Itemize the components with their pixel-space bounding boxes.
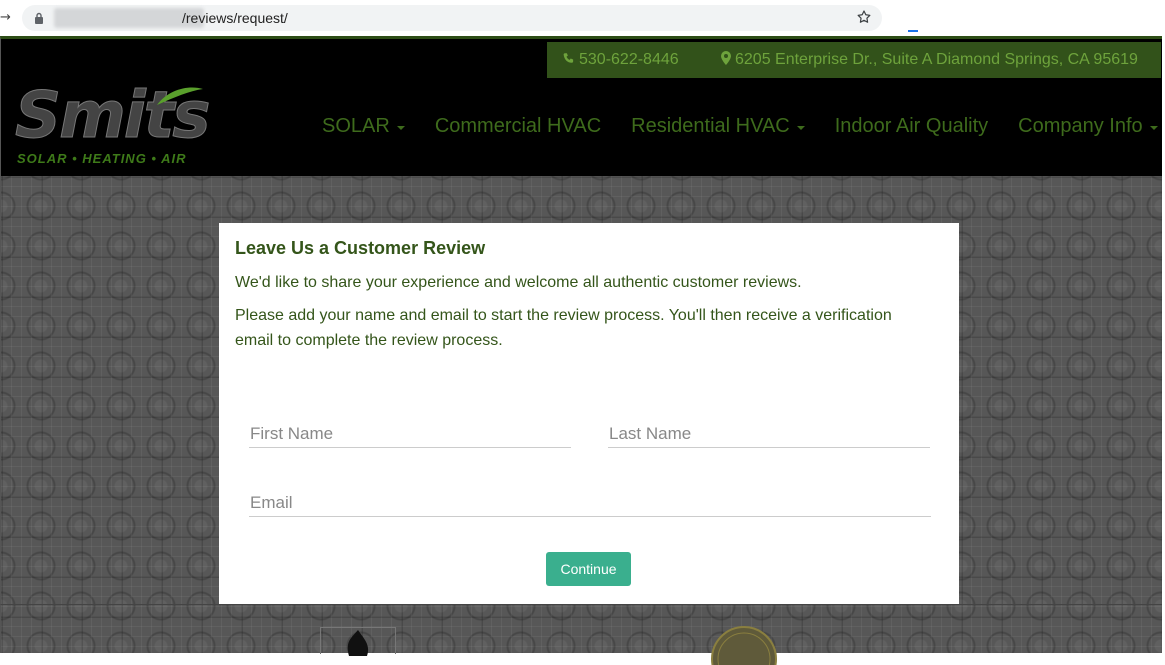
form-title: Leave Us a Customer Review: [235, 238, 486, 258]
phone-link[interactable]: 530-622-8446: [562, 51, 679, 69]
address-link[interactable]: 6205 Enterprise Dr., Suite A Diamond Spr…: [721, 51, 1138, 69]
nav-item-company-info[interactable]: Company Info: [1018, 115, 1158, 138]
first-name-field[interactable]: [249, 420, 571, 448]
browser-toolbar: → /reviews/request/: [0, 0, 1165, 36]
url-path: /reviews/request/: [182, 10, 288, 26]
main-nav: SOLAR Commercial HVAC Residential HVAC I…: [322, 115, 1165, 138]
continue-button[interactable]: Continue: [546, 552, 631, 586]
back-arrow-icon[interactable]: →: [0, 10, 11, 25]
map-marker-icon: [721, 51, 731, 65]
caret-down-icon: [1149, 126, 1158, 130]
nav-item-indoor-air-quality[interactable]: Indoor Air Quality: [835, 115, 988, 138]
nav-item-solar[interactable]: SOLAR: [322, 115, 405, 138]
nav-item-label: Company Info: [1018, 115, 1143, 137]
nav-item-label: SOLAR: [322, 115, 390, 137]
phone-icon: [563, 53, 574, 63]
nav-item-label: Commercial HVAC: [434, 115, 602, 137]
address-text: 6205 Enterprise Dr., Suite A Diamond Spr…: [735, 51, 1138, 68]
leaf-swoosh-icon: [157, 87, 203, 105]
email-field[interactable]: [249, 489, 931, 517]
contact-strip: 530-622-8446 6205 Enterprise Dr., Suite …: [547, 42, 1161, 78]
site-logo[interactable]: Smits SOLAR • HEATING • AIR: [14, 83, 215, 169]
nav-item-label: Indoor Air Quality: [834, 115, 989, 137]
verified-badge-icon: [711, 626, 777, 665]
lock-icon: [35, 12, 43, 24]
phone-number: 530-622-8446: [579, 51, 679, 68]
address-bar[interactable]: /reviews/request/: [22, 5, 882, 31]
nav-item-label: Residential HVAC: [631, 115, 790, 137]
footer-logo-box: [320, 627, 396, 656]
site-header: 530-622-8446 6205 Enterprise Dr., Suite …: [0, 36, 1162, 176]
review-request-card: Leave Us a Customer Review We'd like to …: [219, 223, 959, 604]
nav-item-commercial-hvac[interactable]: Commercial HVAC: [435, 115, 601, 138]
extension-indicator: [908, 30, 918, 32]
footer: [0, 604, 1162, 665]
caret-down-icon: [796, 126, 805, 130]
form-instructions: Please add your name and email to start …: [235, 307, 892, 349]
nav-item-residential-hvac[interactable]: Residential HVAC: [631, 115, 805, 138]
form-intro: We'd like to share your experience and w…: [235, 274, 802, 291]
bookmark-star-icon[interactable]: [856, 9, 872, 25]
flame-icon: [347, 630, 369, 656]
logo-tagline: SOLAR • HEATING • AIR: [17, 151, 187, 166]
caret-down-icon: [396, 126, 405, 130]
last-name-field[interactable]: [608, 420, 930, 448]
